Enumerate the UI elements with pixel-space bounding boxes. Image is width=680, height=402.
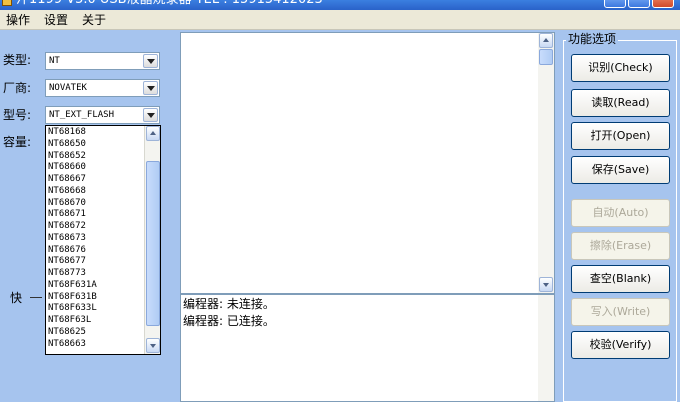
type-label: 类型: bbox=[3, 53, 32, 67]
model-dropdown-list[interactable]: NT68168 NT68650 NT68652 NT68660 NT68667 NT686… bbox=[45, 125, 161, 355]
chevron-down-icon[interactable] bbox=[143, 108, 158, 122]
function-button[interactable]: 识别(Check) bbox=[571, 54, 670, 82]
scroll-up-icon[interactable] bbox=[146, 126, 160, 141]
scroll-down-icon[interactable] bbox=[146, 338, 160, 353]
chevron-down-icon[interactable] bbox=[143, 81, 158, 95]
minimize-button[interactable] bbox=[604, 0, 626, 8]
log-line: 编程器: 已连接。 bbox=[183, 314, 275, 328]
chevron-down-icon[interactable] bbox=[143, 54, 158, 68]
data-view[interactable] bbox=[180, 32, 555, 294]
model-value: NT_EXT_FLASH bbox=[49, 110, 115, 120]
dropdown-item[interactable]: NT68667 bbox=[48, 174, 86, 186]
dropdown-item[interactable]: NT68F63L bbox=[48, 315, 91, 327]
speed-label: 快 bbox=[10, 291, 23, 305]
scroll-thumb[interactable] bbox=[539, 49, 553, 65]
dropdown-item[interactable]: NT68668 bbox=[48, 186, 86, 198]
dropdown-item[interactable]: NT68625 bbox=[48, 327, 86, 339]
menu-bar: 操作 设置 关于 bbox=[0, 10, 680, 30]
dropdown-item[interactable]: NT68652 bbox=[48, 151, 86, 163]
dropdown-item[interactable]: NT68773 bbox=[48, 268, 86, 280]
scroll-thumb[interactable] bbox=[146, 161, 160, 326]
dropdown-item[interactable]: NT68663 bbox=[48, 339, 86, 351]
menu-about[interactable]: 关于 bbox=[82, 12, 106, 28]
scroll-up-icon[interactable] bbox=[539, 33, 553, 48]
dropdown-item[interactable]: NT68F631A bbox=[48, 280, 97, 292]
vendor-label: 厂商: bbox=[3, 81, 32, 95]
menu-settings[interactable]: 设置 bbox=[44, 12, 68, 28]
function-button[interactable]: 打开(Open) bbox=[571, 122, 670, 150]
close-button[interactable] bbox=[652, 0, 674, 8]
speed-slider-line bbox=[30, 297, 42, 298]
function-button[interactable]: 擦除(Erase) bbox=[571, 232, 670, 260]
log-line: 编程器: 未连接。 bbox=[183, 297, 275, 311]
function-button[interactable]: 保存(Save) bbox=[571, 156, 670, 184]
model-label: 型号: bbox=[3, 108, 32, 122]
function-button[interactable]: 自动(Auto) bbox=[571, 199, 670, 227]
window-title: 汁1199 V5.0 USB液晶烧录器 TEL : 15915412023 bbox=[16, 0, 323, 8]
dropdown-item[interactable]: NT68650 bbox=[48, 139, 86, 151]
scroll-down-icon[interactable] bbox=[539, 277, 553, 292]
dropdown-item[interactable]: NT68671 bbox=[48, 209, 86, 221]
dropdown-item[interactable]: NT68670 bbox=[48, 198, 86, 210]
function-button[interactable]: 读取(Read) bbox=[571, 89, 670, 117]
type-value: NT bbox=[49, 56, 60, 66]
log-scrollbar[interactable] bbox=[538, 295, 554, 401]
capacity-label: 容量: bbox=[3, 135, 32, 149]
log-output[interactable]: 编程器: 未连接。 编程器: 已连接。 bbox=[180, 294, 555, 402]
dropdown-item[interactable]: NT68672 bbox=[48, 221, 86, 233]
title-bar: 汁1199 V5.0 USB液晶烧录器 TEL : 15915412023 bbox=[0, 0, 680, 10]
dropdown-item[interactable]: NT68676 bbox=[48, 245, 86, 257]
function-button[interactable]: 写入(Write) bbox=[571, 298, 670, 326]
dropdown-item[interactable]: NT68F633L bbox=[48, 303, 97, 315]
function-button[interactable]: 校验(Verify) bbox=[571, 331, 670, 359]
dropdown-item[interactable]: NT68677 bbox=[48, 256, 86, 268]
data-scrollbar[interactable] bbox=[538, 33, 554, 293]
function-group-title: 功能选项 bbox=[566, 31, 619, 47]
dropdown-scrollbar[interactable] bbox=[144, 126, 160, 354]
dropdown-item[interactable]: NT68168 bbox=[48, 127, 86, 139]
maximize-button[interactable] bbox=[628, 0, 650, 8]
model-select[interactable]: NT_EXT_FLASH bbox=[45, 106, 160, 124]
menu-operate[interactable]: 操作 bbox=[6, 12, 30, 28]
type-select[interactable]: NT bbox=[45, 52, 160, 70]
vendor-value: NOVATEK bbox=[49, 83, 87, 93]
vendor-select[interactable]: NOVATEK bbox=[45, 79, 160, 97]
app-icon bbox=[2, 0, 12, 6]
dropdown-item[interactable]: NT68660 bbox=[48, 162, 86, 174]
dropdown-item[interactable]: NT68673 bbox=[48, 233, 86, 245]
function-button[interactable]: 查空(Blank) bbox=[571, 265, 670, 293]
dropdown-item[interactable]: NT68F631B bbox=[48, 292, 97, 304]
